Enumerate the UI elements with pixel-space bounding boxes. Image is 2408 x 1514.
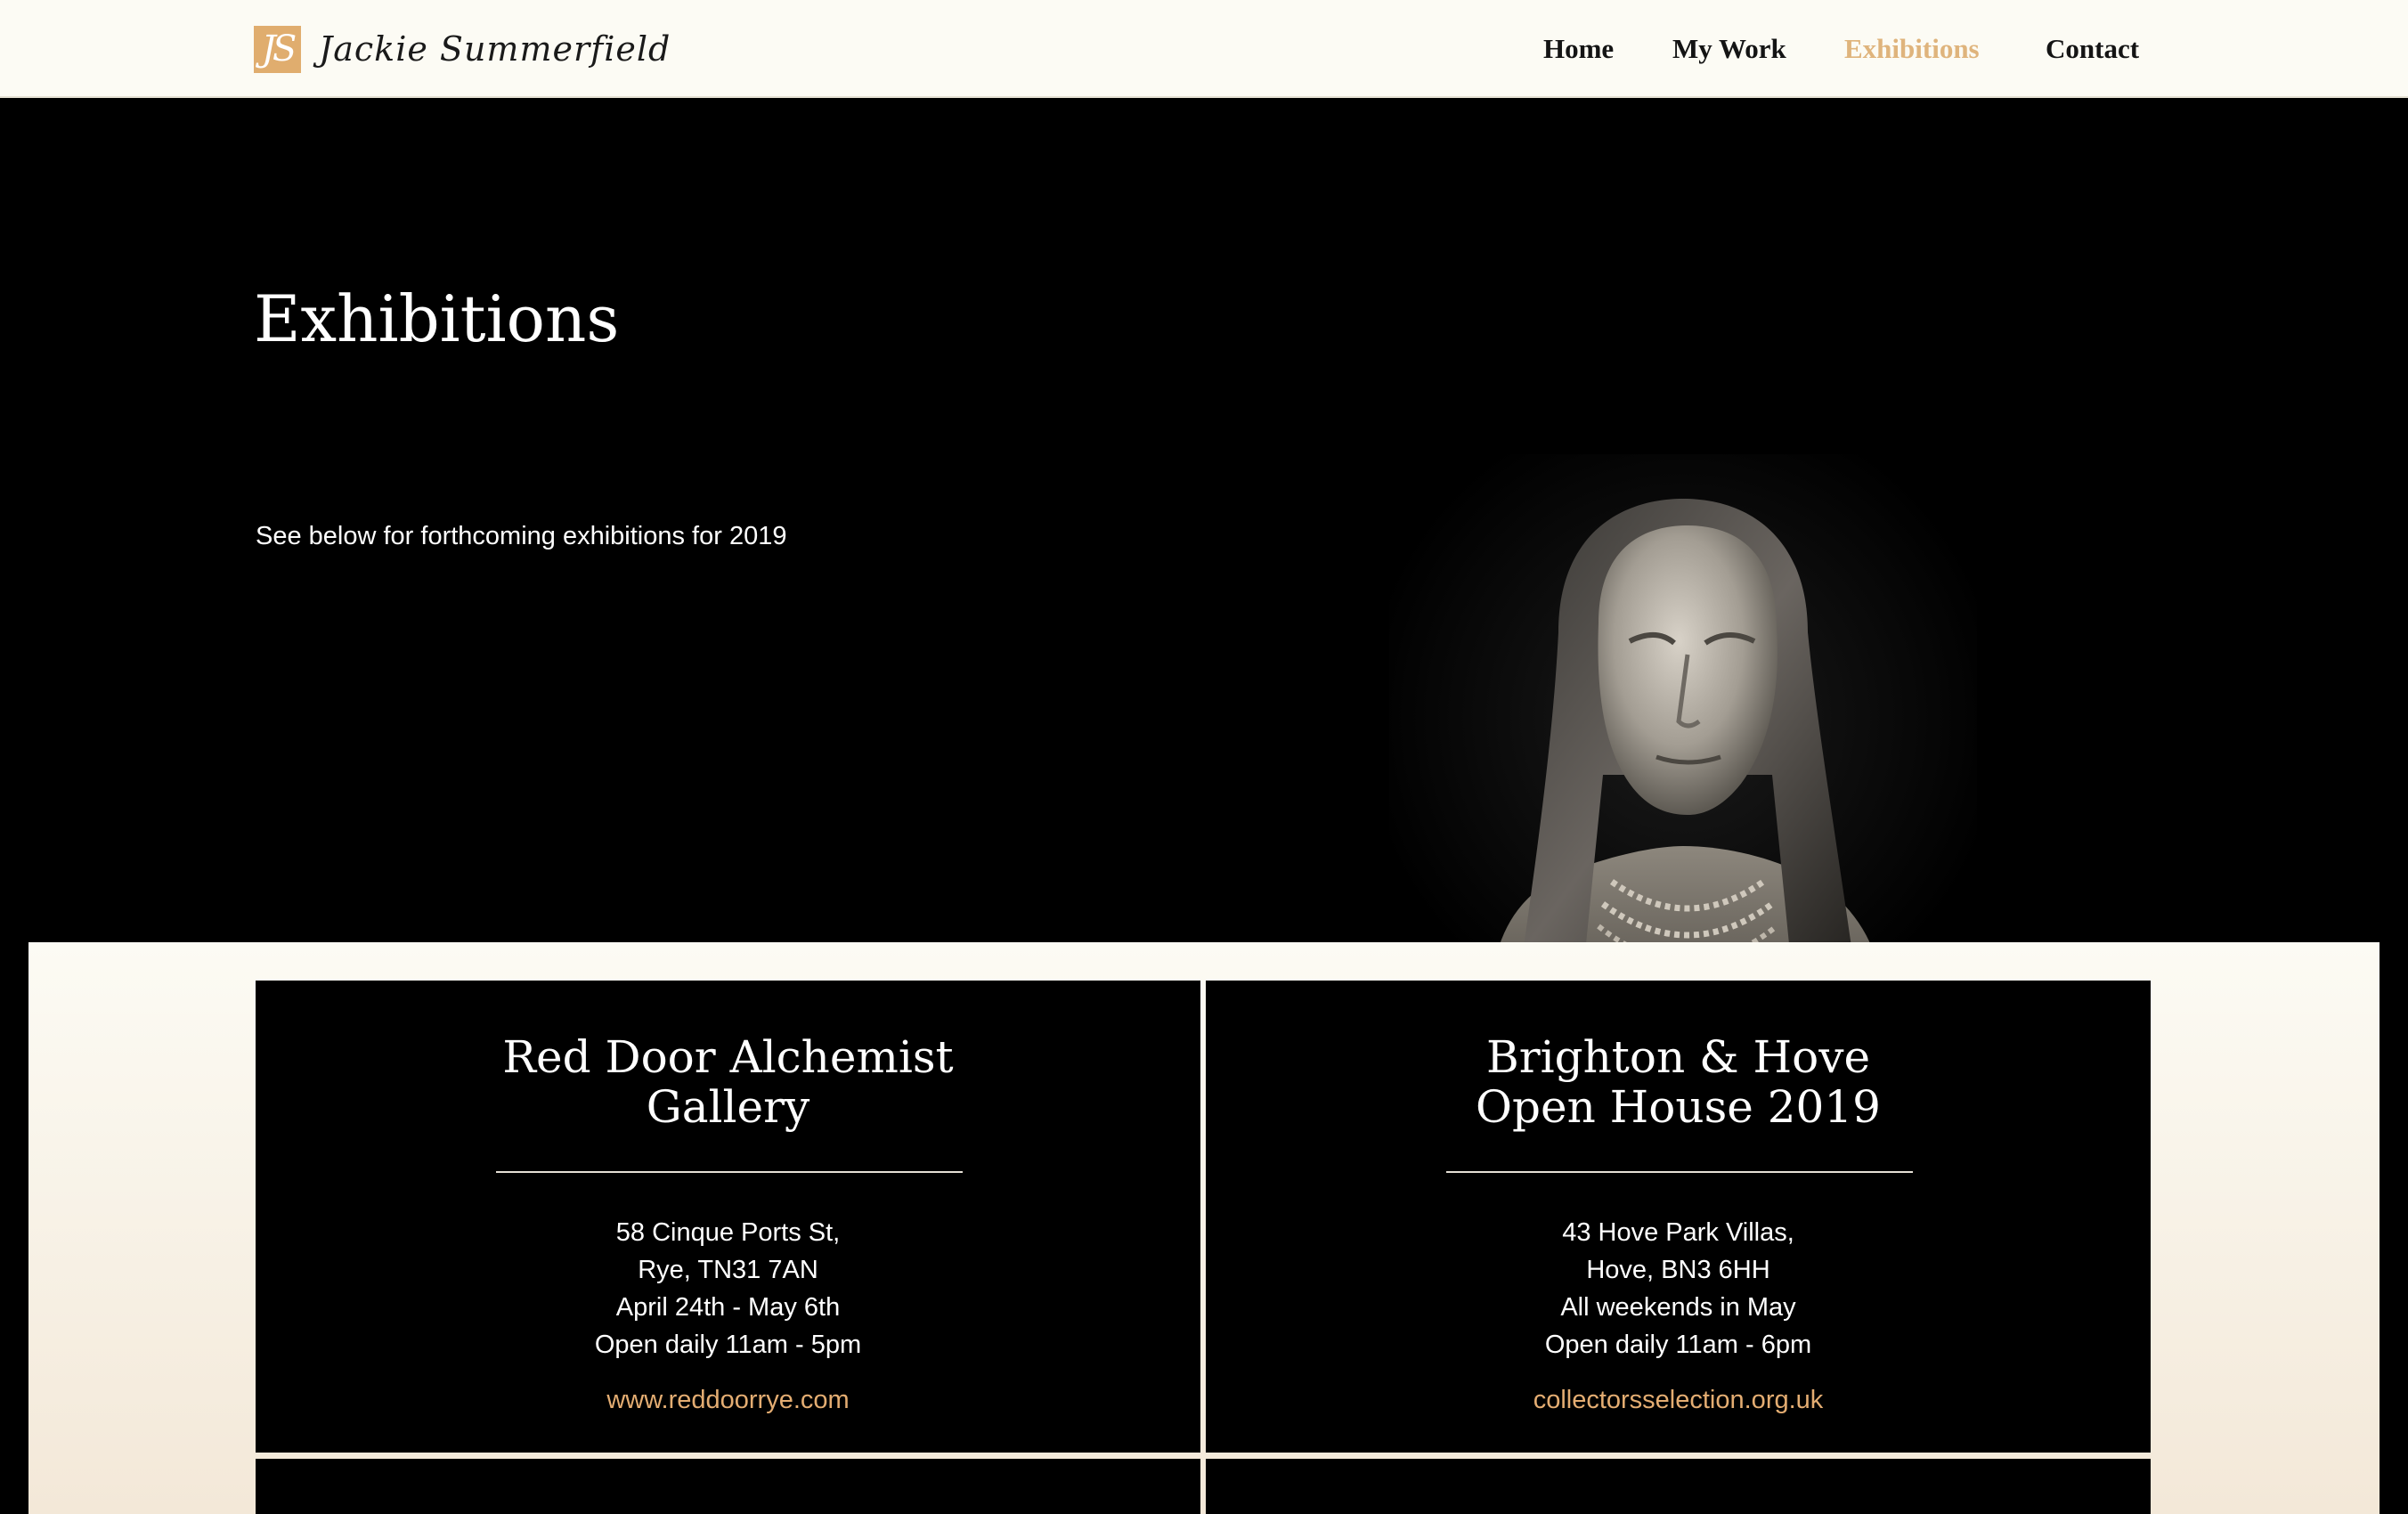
exhibitions-section: Red Door Alchemist Gallery 58 Cinque Por… bbox=[28, 942, 2380, 1514]
address-line: Rye, TN31 7AN bbox=[638, 1256, 818, 1284]
exhibition-title: Brighton & Hove Open House 2019 bbox=[1476, 1031, 1881, 1133]
divider bbox=[496, 1171, 963, 1173]
site-header: JS Jackie Summerfield Home My Work Exhib… bbox=[0, 0, 2408, 98]
hero-section: Exhibitions See below for forthcoming ex… bbox=[0, 98, 2408, 1040]
address-line: 58 Cinque Ports St, bbox=[615, 1218, 841, 1247]
exhibition-card bbox=[1206, 1459, 2151, 1514]
hours-line: Open daily 11am - 6pm bbox=[1544, 1331, 1812, 1359]
site-logo-name[interactable]: Jackie Summerfield bbox=[319, 25, 671, 73]
nav-home[interactable]: Home bbox=[1543, 30, 1614, 68]
hours-line: Open daily 11am - 5pm bbox=[594, 1331, 862, 1359]
exhibition-link[interactable]: collectorsselection.org.uk bbox=[1206, 1381, 2151, 1419]
date-line: All weekends in May bbox=[1560, 1293, 1796, 1322]
exhibition-details: 58 Cinque Ports St, Rye, TN31 7AN April … bbox=[256, 1214, 1200, 1363]
nav-exhibitions[interactable]: Exhibitions bbox=[1844, 30, 1980, 68]
logo-icon[interactable]: JS bbox=[254, 26, 301, 73]
exhibition-card: Brighton & Hove Open House 2019 43 Hove … bbox=[1206, 981, 2151, 1453]
exhibition-card bbox=[256, 1459, 1200, 1514]
exhibition-card: Red Door Alchemist Gallery 58 Cinque Por… bbox=[256, 981, 1200, 1453]
page-subtitle: See below for forthcoming exhibitions fo… bbox=[256, 522, 787, 550]
page-title: Exhibitions bbox=[254, 281, 620, 356]
exhibition-details: 43 Hove Park Villas, Hove, BN3 6HH All w… bbox=[1206, 1214, 2151, 1363]
address-line: Hove, BN3 6HH bbox=[1586, 1256, 1770, 1284]
exhibition-link[interactable]: www.reddoorrye.com bbox=[256, 1381, 1200, 1419]
nav-my-work[interactable]: My Work bbox=[1672, 30, 1786, 68]
divider bbox=[1446, 1171, 1913, 1173]
exhibition-title: Red Door Alchemist Gallery bbox=[502, 1031, 954, 1133]
address-line: 43 Hove Park Villas, bbox=[1562, 1218, 1794, 1247]
nav-contact[interactable]: Contact bbox=[2046, 30, 2139, 68]
date-line: April 24th - May 6th bbox=[615, 1293, 841, 1322]
